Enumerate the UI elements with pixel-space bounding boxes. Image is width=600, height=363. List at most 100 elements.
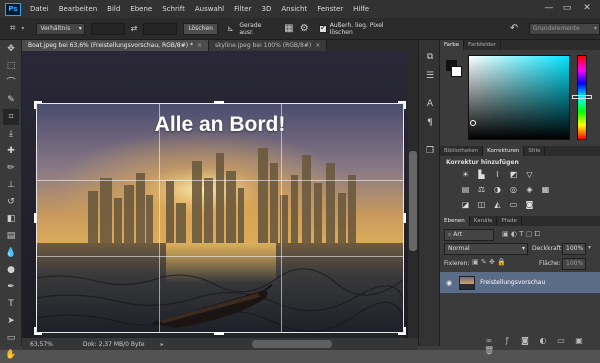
blur-tool-icon[interactable]: 💧 (3, 245, 19, 261)
overlay-grid-icon[interactable]: ▦ (282, 22, 295, 36)
tab-farbfelder[interactable]: Farbfelder (464, 40, 501, 50)
gradient-map-icon[interactable]: ▭ (508, 200, 519, 210)
menu-datei[interactable]: Datei (25, 5, 54, 13)
crop-handle-tr[interactable] (398, 101, 406, 109)
menu-auswahl[interactable]: Auswahl (190, 5, 229, 13)
threshold-icon[interactable]: ◭ (492, 200, 503, 210)
new-layer-icon[interactable]: ▣ (574, 336, 584, 346)
clone-source-icon[interactable]: ❐ (423, 144, 437, 158)
brightness-icon[interactable]: ☀ (460, 170, 471, 180)
dodge-tool-icon[interactable]: ● (3, 262, 19, 278)
straighten-icon[interactable]: ⊾ (224, 22, 237, 36)
menu-bearbeiten[interactable]: Bearbeiten (54, 5, 102, 13)
crop-box[interactable] (36, 103, 404, 333)
properties-panel-icon[interactable]: ☰ (423, 69, 437, 83)
menu-filter[interactable]: Filter (229, 5, 256, 13)
close-icon[interactable]: × (315, 42, 320, 49)
shape-filter-icon[interactable]: ▢ (526, 230, 533, 238)
straighten-button[interactable]: Gerade ausr. (239, 22, 276, 36)
swap-icon[interactable]: ⇄ (127, 22, 140, 36)
tab-skyline[interactable]: skyline.jpeg bei 100% (RGB/8#) × (209, 40, 328, 51)
tool-preset-chevron-icon[interactable]: ▾ (21, 25, 24, 32)
exposure-icon[interactable]: ◩ (508, 170, 519, 180)
brush-tool-icon[interactable]: ✏ (3, 160, 19, 176)
close-icon[interactable]: × (197, 42, 202, 49)
curves-icon[interactable]: ⌇ (492, 170, 503, 180)
crop-handle-br[interactable] (398, 327, 406, 335)
adjustment-layer-icon[interactable]: ◐ (538, 336, 548, 346)
selective-color-icon[interactable]: ◙ (524, 200, 535, 210)
pixel-filter-icon[interactable]: ▣ (502, 230, 509, 238)
workspace-select[interactable]: Grundelemente ▾ (528, 22, 600, 35)
eye-icon[interactable]: ◉ (446, 279, 452, 287)
blend-mode-select[interactable]: Normal ▾ (444, 243, 528, 255)
opacity-field[interactable]: 100% (562, 243, 586, 255)
type-tool-icon[interactable]: T (3, 296, 19, 312)
trash-icon[interactable]: 🗑 (484, 346, 494, 356)
tab-bibliotheken[interactable]: Bibliotheken (440, 146, 484, 156)
crop-handle-bottom[interactable] (214, 332, 224, 335)
crop-handle-left[interactable] (34, 213, 37, 223)
hand-tool-icon[interactable]: ✋ (3, 347, 19, 363)
pen-tool-icon[interactable]: ✒ (3, 279, 19, 295)
healing-tool-icon[interactable]: ✚ (3, 143, 19, 159)
quick-select-tool-icon[interactable]: ✎ (3, 92, 19, 108)
tab-pfade[interactable]: Pfade (497, 216, 522, 226)
maximize-button[interactable]: ▭ (560, 2, 574, 14)
width-field[interactable] (90, 22, 126, 35)
menu-3d[interactable]: 3D (256, 5, 276, 13)
clear-button[interactable]: Löschen (183, 22, 218, 35)
eraser-tool-icon[interactable]: ◧ (3, 211, 19, 227)
layer-row[interactable]: ◉ Freistellungsvorschau (440, 272, 600, 293)
invert-icon[interactable]: ◪ (460, 200, 471, 210)
status-menu-chevron-icon[interactable]: ▸ (161, 341, 164, 348)
vertical-scrollbar[interactable] (408, 51, 418, 338)
tab-stile[interactable]: Stile (524, 146, 546, 156)
move-tool-icon[interactable]: ✥ (3, 41, 19, 57)
height-field[interactable] (142, 22, 178, 35)
canvas-area[interactable]: Alle an Bord! (22, 51, 408, 338)
opacity-chevron-icon[interactable]: ▾ (588, 244, 591, 251)
gradient-tool-icon[interactable]: ▤ (3, 228, 19, 244)
background-color-swatch[interactable] (451, 66, 462, 77)
crop-tool-icon[interactable]: ⌗ (3, 109, 19, 125)
adjust-filter-icon[interactable]: ◐ (511, 230, 517, 238)
menu-ebene[interactable]: Ebene (125, 5, 157, 13)
levels-icon[interactable]: ▙ (476, 170, 487, 180)
delete-pixels-checkbox[interactable] (318, 23, 327, 33)
menu-hilfe[interactable]: Hilfe (348, 5, 374, 13)
tab-boat[interactable]: Boat.jpeg bei 63,6% (Freistellungsvorsch… (22, 40, 210, 51)
channel-mixer-icon[interactable]: ◈ (524, 185, 535, 195)
menu-fenster[interactable]: Fenster (312, 5, 348, 13)
crop-handle-right[interactable] (403, 213, 406, 223)
marquee-tool-icon[interactable]: ⬚ (3, 58, 19, 74)
vibrance-icon[interactable]: ▽ (524, 170, 535, 180)
reset-icon[interactable]: ↶ (507, 22, 520, 36)
layer-filter-select[interactable]: ⌕ Art (444, 229, 494, 241)
minimize-button[interactable]: — (542, 2, 556, 14)
tab-farbe[interactable]: Farbe (440, 40, 465, 50)
tab-korrekturen[interactable]: Korrekturen (483, 146, 525, 156)
tab-ebenen[interactable]: Ebenen (440, 216, 470, 226)
hue-slider-handle[interactable] (572, 95, 592, 99)
tab-kanaele[interactable]: Kanäle (470, 216, 498, 226)
posterize-icon[interactable]: ◫ (476, 200, 487, 210)
stamp-tool-icon[interactable]: ⊥ (3, 177, 19, 193)
lock-paint-icon[interactable]: ✎ (481, 258, 487, 266)
link-icon[interactable]: ∞ (484, 336, 494, 346)
crop-handle-top[interactable] (214, 101, 224, 104)
type-filter-icon[interactable]: T (519, 230, 523, 238)
horizontal-scroll-thumb[interactable] (252, 340, 332, 348)
smart-filter-icon[interactable]: ⧠ (535, 230, 541, 238)
group-icon[interactable]: ▭ (556, 336, 566, 346)
history-brush-tool-icon[interactable]: ↺ (3, 194, 19, 210)
crop-tool-icon[interactable]: ⌗ (6, 22, 19, 36)
color-picker-field[interactable] (468, 55, 570, 140)
black-white-icon[interactable]: ◑ (492, 185, 503, 195)
menu-ansicht[interactable]: Ansicht (276, 5, 312, 13)
shape-tool-icon[interactable]: ▭ (3, 330, 19, 346)
lock-all-icon[interactable]: 🔒 (497, 258, 506, 266)
ratio-select[interactable]: Verhältnis ▾ (36, 22, 85, 35)
hue-saturation-icon[interactable]: ▤ (460, 185, 471, 195)
crop-handle-tl[interactable] (34, 101, 42, 109)
